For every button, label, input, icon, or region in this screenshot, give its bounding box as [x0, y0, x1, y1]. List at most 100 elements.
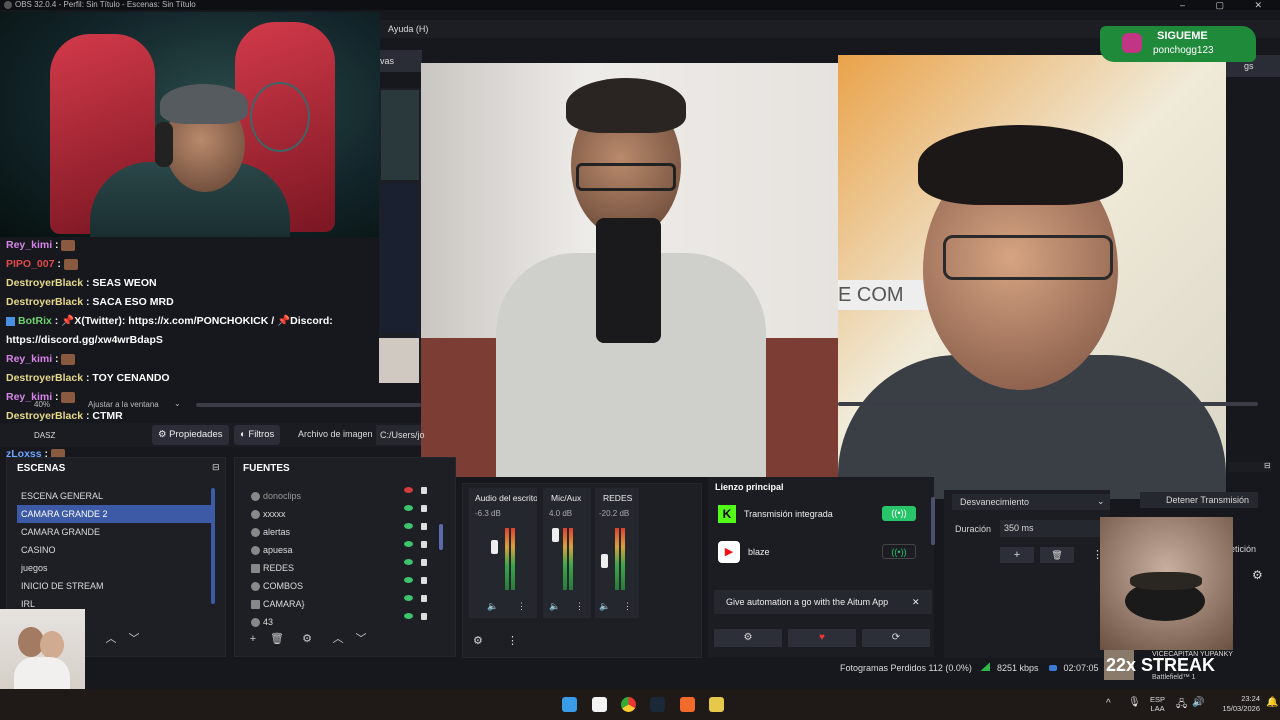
more-icon[interactable]: ⋮ [507, 634, 518, 647]
close-icon[interactable]: ✕ [912, 590, 920, 614]
dock-tab[interactable]: vas [380, 50, 422, 72]
steam-icon[interactable] [650, 697, 665, 712]
sources-title: FUENTES [243, 463, 290, 474]
window-controls[interactable]: – ▢ ✕ [1180, 0, 1276, 11]
scenes-scrollbar[interactable] [211, 488, 215, 604]
emote-icon [61, 353, 76, 365]
service-row: ▶ blaze ((•)) [718, 537, 933, 567]
add-transition-button[interactable]: + [1000, 547, 1034, 563]
gear-icon[interactable]: ⚙ [299, 632, 315, 646]
volume-slider-handle[interactable] [552, 528, 559, 542]
chrome-icon[interactable] [621, 697, 636, 712]
gear-icon[interactable]: ⚙ [1252, 568, 1263, 582]
streak-game: Battlefield™ 1 [1152, 674, 1196, 681]
preview-scrollbar-right[interactable] [838, 402, 1258, 406]
volume-slider-handle[interactable] [601, 554, 608, 568]
source-item[interactable]: xxxxx [247, 505, 437, 523]
speaker-icon[interactable]: 🔈 [487, 601, 498, 612]
move-up-icon[interactable]: ︿ [330, 632, 346, 646]
source-item[interactable]: REDES [247, 559, 437, 577]
more-icon[interactable]: ⋮ [517, 601, 526, 612]
stop-streaming-button[interactable]: Detener Transmisión [1140, 492, 1258, 508]
file-path-field[interactable]: C:/Users/jo [376, 425, 425, 445]
source-item[interactable]: CAMARA} [247, 595, 437, 613]
heart-icon[interactable]: ♥ [788, 629, 856, 647]
move-down-icon[interactable]: ﹀ [353, 632, 369, 646]
service-row: K Transmisión integrada ((•)) [718, 499, 933, 529]
gear-icon[interactable]: ⚙ [714, 629, 782, 647]
undock-icon[interactable]: ⊟ [212, 462, 220, 473]
channel-db: 4.0 dB [549, 509, 573, 518]
scene-item-selected[interactable]: CAMARA GRANDE 2 [17, 505, 212, 523]
stream-panel: Lienzo principal K Transmisión integrada… [708, 477, 934, 657]
scene-item[interactable]: INICIO DE STREAM [17, 577, 212, 595]
mixer-channel: Mic/Aux 4.0 dB 🔈 ⋮ [543, 488, 591, 618]
properties-button[interactable]: ⚙ Propiedades [152, 425, 229, 445]
file-icon[interactable] [592, 697, 607, 712]
more-icon[interactable]: ⋮ [575, 601, 584, 612]
eye-icon [404, 523, 413, 529]
source-item[interactable]: COMBOS [247, 577, 437, 595]
scene-item[interactable]: CASINO [17, 541, 212, 559]
taskbar: ^ 🎙 ESP LAA 🖧 🔊 23:24 15/03/2026 🔔 [0, 689, 1280, 720]
camera-icon [251, 600, 260, 610]
more-icon[interactable]: ⋮ [623, 601, 632, 612]
source-item[interactable]: donoclips [247, 487, 437, 505]
tray-chevron-icon[interactable]: ^ [1106, 698, 1111, 709]
scene-item[interactable]: CAMARA GRANDE [17, 523, 212, 541]
volume-icon[interactable]: 🔊 [1192, 697, 1204, 708]
transitions-panel: Desvanecimiento ⌄ Duración 350 ms + 🗑 ⋮ [944, 490, 1110, 658]
status-bar: Fotogramas Perdidos 112 (0.0%) 8251 kbps… [840, 662, 1099, 673]
live-icon [1049, 665, 1057, 671]
filters-button[interactable]: ◐ Filtros [234, 425, 281, 445]
network-icon[interactable]: 🖧 [1176, 697, 1187, 714]
canvas-title: Lienzo principal [715, 482, 784, 492]
move-up-icon[interactable]: ︿ [103, 632, 119, 646]
globe-icon [251, 582, 260, 592]
duration-input[interactable]: 350 ms [1000, 520, 1106, 537]
unlock-icon [421, 523, 427, 530]
stream-scrollbar[interactable] [931, 497, 935, 545]
chat-message: https://discord.gg/xw4wrBdapS [6, 334, 163, 346]
unlock-icon [421, 613, 427, 620]
preview-scrollbar[interactable] [196, 403, 421, 407]
source-item[interactable]: 43 [247, 613, 437, 631]
mic-icon[interactable]: 🎙 [1128, 697, 1141, 708]
emote-icon [61, 239, 76, 251]
broadcast-toggle-on[interactable]: ((•)) [882, 506, 916, 521]
refresh-icon[interactable]: ⟳ [862, 629, 930, 647]
notification-icon[interactable]: 🔔 [1266, 697, 1278, 708]
audio-mixer-panel: Audio del escrito -6.3 dB 🔈 ⋮ Mic/Aux 4.… [462, 483, 702, 658]
menu-help[interactable]: Ayuda (H) [388, 24, 428, 34]
ring-light [250, 82, 310, 152]
scenes-title: ESCENAS [17, 463, 66, 474]
chevron-down-icon[interactable]: ⌄ [174, 399, 181, 408]
speaker-icon[interactable]: 🔈 [549, 601, 560, 612]
brave-icon[interactable] [680, 697, 695, 712]
unlock-icon [421, 577, 427, 584]
source-item[interactable]: alertas [247, 523, 437, 541]
lock-icon [421, 505, 427, 512]
windows-start-icon[interactable] [562, 697, 577, 712]
trash-icon[interactable]: 🗑 [269, 632, 285, 646]
dropped-frames: Fotogramas Perdidos 112 (0.0%) [840, 663, 972, 673]
speaker-icon[interactable]: 🔈 [599, 601, 610, 612]
fit-window-select[interactable]: Ajustar a la ventana [88, 400, 159, 409]
volume-slider-handle[interactable] [491, 540, 498, 554]
trash-icon[interactable]: 🗑 [1040, 547, 1074, 563]
transition-select[interactable]: Desvanecimiento ⌄ [952, 494, 1110, 510]
broadcast-toggle-off[interactable]: ((•)) [882, 544, 916, 559]
sources-scrollbar[interactable] [439, 524, 443, 550]
gear-icon[interactable]: ⚙ [473, 634, 483, 647]
clock[interactable]: 23:24 15/03/2026 [1214, 694, 1260, 714]
app-icon[interactable] [709, 697, 724, 712]
source-item[interactable]: apuesa [247, 541, 437, 559]
language-indicator[interactable]: ESP LAA [1150, 695, 1165, 713]
obs-logo-icon [4, 0, 12, 9]
add-source-icon[interactable]: + [245, 632, 261, 646]
zoom-value[interactable]: 40% [34, 400, 50, 409]
scene-item[interactable]: ESCENA GENERAL [17, 487, 212, 505]
move-down-icon[interactable]: ﹀ [126, 632, 142, 646]
level-meter [511, 528, 515, 590]
scene-item[interactable]: juegos [17, 559, 212, 577]
